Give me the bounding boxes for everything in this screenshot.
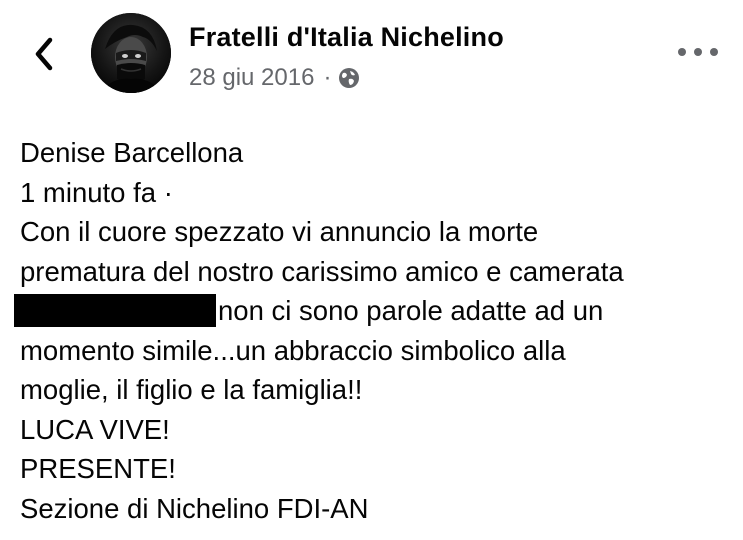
post-line-4: momento simile...un abbraccio simbolico … bbox=[20, 334, 566, 366]
post-line-3-text: non ci sono parole adatte ad un bbox=[218, 295, 604, 326]
meta-separator: · bbox=[323, 64, 332, 91]
post-header: Fratelli d'Italia Nichelino 28 giu 2016 … bbox=[0, 0, 743, 110]
back-button[interactable] bbox=[26, 32, 62, 76]
post-line-7: PRESENTE! bbox=[20, 453, 176, 484]
page-name[interactable]: Fratelli d'Italia Nichelino bbox=[189, 22, 504, 53]
post-text: Denise Barcellona 1 minuto fa · Con il c… bbox=[14, 133, 730, 528]
post-author-line: Denise Barcellona bbox=[20, 137, 244, 168]
post-line-8: Sezione di Nichelino FDI-AN bbox=[20, 492, 369, 524]
post-date[interactable]: 28 giu 2016 bbox=[189, 64, 314, 92]
globe-icon[interactable] bbox=[338, 67, 360, 89]
post-line-5: moglie, il figlio e la famiglia!! bbox=[20, 374, 363, 405]
more-options-button[interactable] bbox=[678, 38, 718, 66]
post-line-6: LUCA VIVE! bbox=[20, 413, 170, 445]
post-time-line: 1 minuto fa · bbox=[20, 176, 173, 208]
redaction-bar bbox=[14, 294, 216, 327]
post-line-2: prematura del nostro carissimo amico e c… bbox=[20, 255, 624, 287]
avatar[interactable] bbox=[91, 13, 171, 93]
profile-picture bbox=[91, 13, 171, 93]
post-line-3: non ci sono parole adatte ad un bbox=[14, 291, 730, 331]
post-line-1: Con il cuore spezzato vi annuncio la mor… bbox=[20, 216, 539, 247]
post-meta: 28 giu 2016 · bbox=[189, 64, 360, 92]
more-horizontal-icon bbox=[678, 48, 686, 56]
chevron-left-icon bbox=[35, 37, 53, 71]
